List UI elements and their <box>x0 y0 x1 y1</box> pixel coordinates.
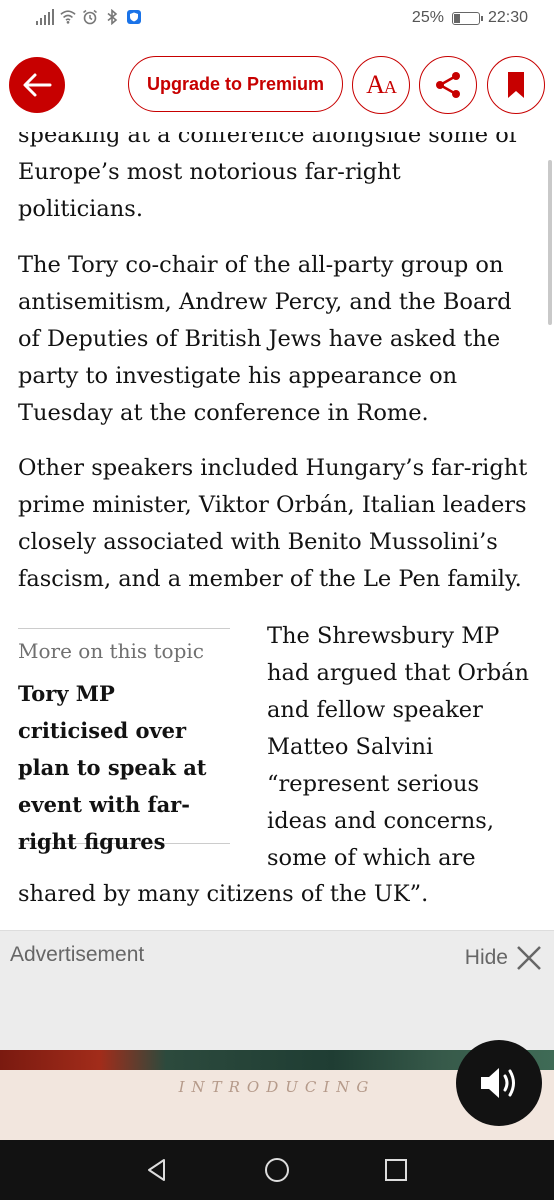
related-kicker: More on this topic <box>18 639 204 663</box>
nav-home-icon <box>265 1158 289 1182</box>
text-line: some of which are <box>267 845 476 871</box>
shield-app-icon <box>126 9 142 25</box>
bookmark-icon <box>508 72 524 98</box>
article-paragraph-2: The Tory co-chair of the all-party group… <box>18 247 538 432</box>
scrollbar-thumb[interactable] <box>548 160 552 325</box>
text-size-label: A <box>366 70 385 99</box>
wifi-icon <box>60 9 76 25</box>
signal-icon <box>36 9 54 25</box>
text-size-label-small: A <box>383 77 397 97</box>
status-right: 25% 22:30 <box>412 9 528 27</box>
nav-recents-button[interactable] <box>381 1155 411 1185</box>
text-line: of Deputies of British Jews have asked t… <box>18 326 501 352</box>
text-line: politicians. <box>18 196 143 222</box>
share-icon <box>436 72 460 98</box>
text-line: The Shrewsbury MP <box>267 623 500 649</box>
text-line: “represent serious <box>267 771 479 797</box>
nav-back-button[interactable] <box>142 1155 172 1185</box>
article-paragraph-4-end: shared by many citizens of the UK”. <box>18 881 429 907</box>
bookmark-button[interactable] <box>487 56 545 114</box>
status-bar: 25% 22:30 <box>0 0 554 40</box>
battery-icon <box>451 11 483 25</box>
text-line: and fellow speaker <box>267 697 483 723</box>
text-line: ideas and concerns, <box>267 808 494 834</box>
alarm-icon <box>82 9 98 25</box>
nav-recents-icon <box>385 1159 407 1181</box>
hide-ad-button[interactable]: Hide <box>465 945 542 971</box>
audio-button[interactable] <box>456 1040 542 1126</box>
text-line: closely associated with Benito Mussolini… <box>18 529 498 555</box>
text-line: The Tory co-chair of the all-party group… <box>18 252 504 278</box>
text-line: party to investigate his appearance on <box>18 363 458 389</box>
text-line: Europe’s most notorious far-right <box>18 159 401 185</box>
system-nav-bar <box>0 1140 554 1200</box>
article-paragraph-1: speaking at a conference alongside some … <box>18 117 538 228</box>
text-line: Other speakers included Hungary’s far-ri… <box>18 455 528 481</box>
status-icons <box>36 9 142 25</box>
text-line: prime minister, Viktor Orbán, Italian le… <box>18 492 527 518</box>
upgrade-premium-button[interactable]: Upgrade to Premium <box>128 56 343 112</box>
nav-home-button[interactable] <box>262 1155 292 1185</box>
advertisement-bar: Advertisement Hide <box>0 930 554 1051</box>
article-paragraph-3: Other speakers included Hungary’s far-ri… <box>18 450 538 598</box>
text-line: Tuesday at the conference in Rome. <box>18 400 429 426</box>
text-line: fascism, and a member of the Le Pen fami… <box>18 566 522 592</box>
advertisement-label: Advertisement <box>10 943 145 966</box>
text-line: had argued that Orbán <box>267 660 530 686</box>
related-article-card[interactable]: More on this topic Tory MP criticised ov… <box>18 628 230 854</box>
bluetooth-icon <box>104 9 120 25</box>
speaker-icon <box>481 1068 515 1098</box>
back-arrow-icon <box>23 73 52 97</box>
nav-back-icon <box>148 1159 165 1181</box>
article-toolbar: Upgrade to Premium AA <box>0 40 554 132</box>
hide-ad-label: Hide <box>464 946 508 969</box>
close-icon <box>517 946 541 970</box>
text-size-button[interactable]: AA <box>352 56 410 114</box>
clock: 22:30 <box>487 9 528 26</box>
battery-percent: 25% <box>411 9 444 26</box>
text-line: antisemitism, Andrew Percy, and the Boar… <box>18 289 512 315</box>
text-size-icon: AA <box>366 70 397 100</box>
related-article-link[interactable]: Tory MP criticised over plan to speak at… <box>18 675 230 860</box>
share-button[interactable] <box>419 56 477 114</box>
article-paragraph-4: The Shrewsbury MP had argued that Orbán … <box>267 618 537 877</box>
back-button[interactable] <box>9 57 65 113</box>
text-line: Matteo Salvini <box>267 734 434 760</box>
